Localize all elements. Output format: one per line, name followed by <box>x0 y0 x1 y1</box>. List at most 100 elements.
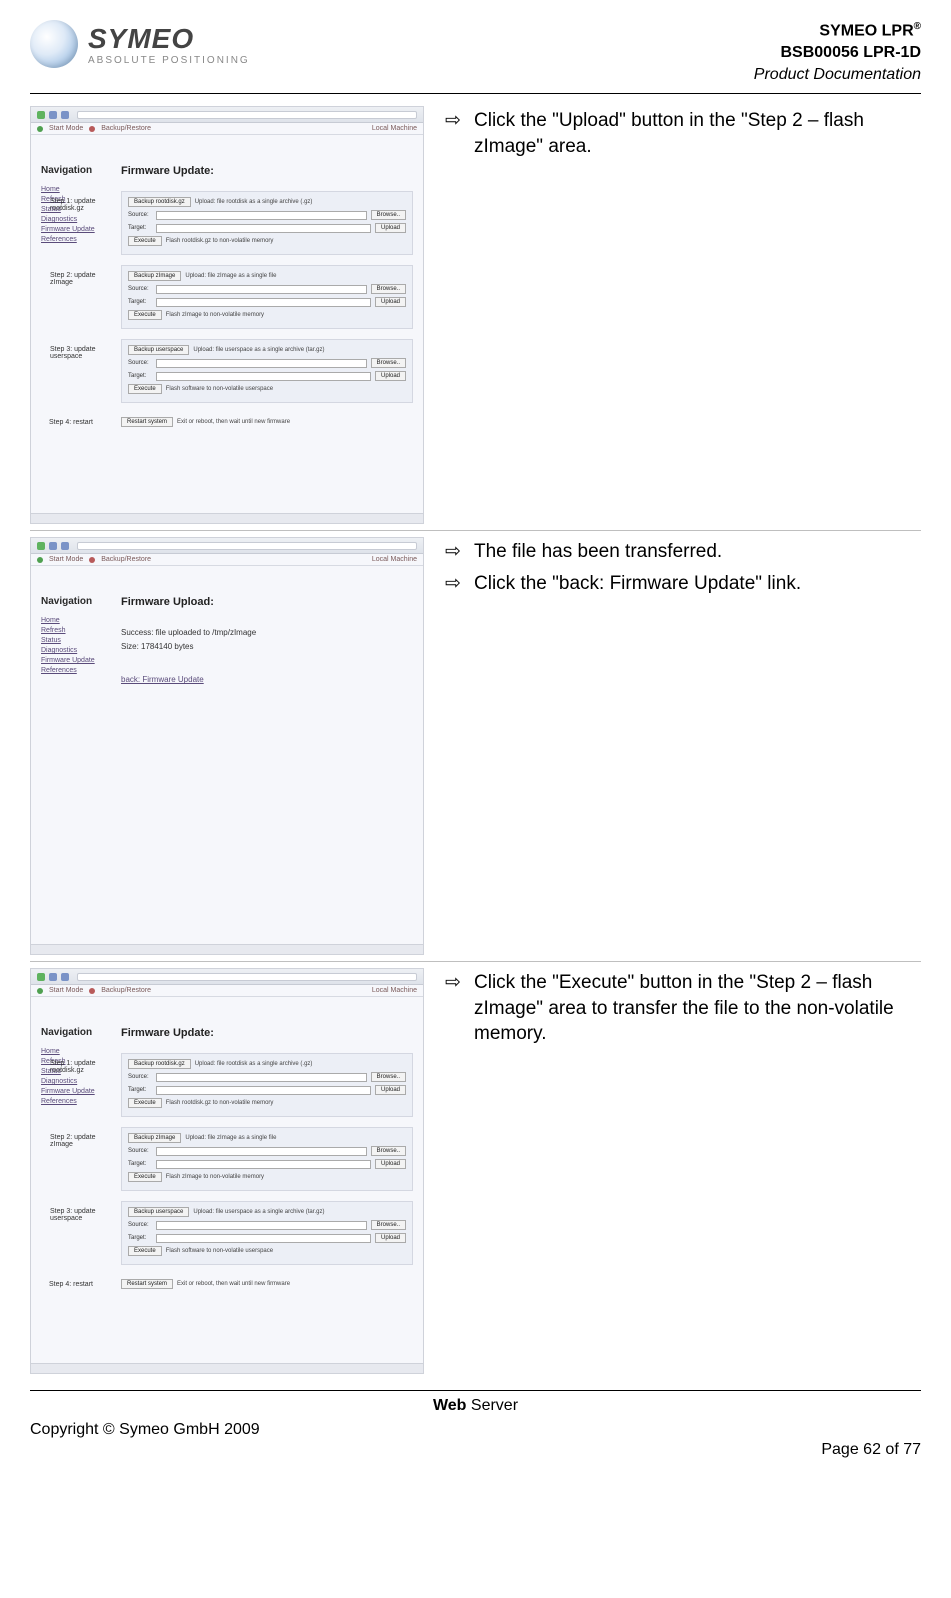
doc-id: BSB00056 LPR-1D <box>754 42 921 64</box>
instruction-bullet: ⇨ Click the "Execute" button in the "Ste… <box>444 970 915 1047</box>
target-input[interactable] <box>156 224 371 233</box>
execute-button[interactable]: Execute <box>128 384 162 394</box>
source-input[interactable] <box>156 1073 367 1082</box>
page-header: SYMEO ABSOLUTE POSITIONING SYMEO LPR® BS… <box>30 20 921 94</box>
source-input[interactable] <box>156 1147 367 1156</box>
screenshot-firmware-update: Start ModeBackup/RestoreLocal Machine Na… <box>30 106 424 524</box>
nav-link[interactable]: Home <box>41 1048 107 1055</box>
logo-sphere-icon <box>30 20 78 68</box>
step-panel: Step 2: update zImage Backup zImageUploa… <box>121 265 413 329</box>
backup-button[interactable]: Backup rootdisk.gz <box>128 1059 191 1069</box>
nav-heading: Navigation <box>41 165 107 176</box>
step-label: Step 2: update zImage <box>50 272 116 286</box>
page-footer: Web Server Copyright © Symeo GmbH 2009 P… <box>30 1390 921 1459</box>
step-panel: Step 4: restart Restart systemExit or re… <box>121 413 413 434</box>
nav-link[interactable]: References <box>41 667 107 674</box>
step-label: Step 4: restart <box>49 1281 115 1288</box>
source-input[interactable] <box>156 1221 367 1230</box>
backup-button[interactable]: Backup userspace <box>128 345 189 355</box>
backup-button[interactable]: Backup zImage <box>128 1133 181 1143</box>
copyright-text: Copyright © Symeo GmbH 2009 <box>30 1421 260 1439</box>
screenshot-firmware-upload: Start ModeBackup/RestoreLocal Machine Na… <box>30 537 424 955</box>
execute-button[interactable]: Execute <box>128 236 162 246</box>
step-label: Step 1: update rootdisk.gz <box>50 198 116 212</box>
footer-section-title: Web Server <box>30 1397 921 1415</box>
registered-mark: ® <box>914 21 921 32</box>
instruction-bullet: ⇨ Click the "Upload" button in the "Step… <box>444 108 915 159</box>
browse-button[interactable]: Browse.. <box>371 1072 406 1082</box>
execute-button[interactable]: Execute <box>128 310 162 320</box>
arrow-right-icon: ⇨ <box>444 108 462 159</box>
target-input[interactable] <box>156 298 371 307</box>
upload-button[interactable]: Upload <box>375 371 406 381</box>
nav-link[interactable]: Refresh <box>41 627 107 634</box>
arrow-right-icon: ⇨ <box>444 571 462 597</box>
target-input[interactable] <box>156 372 371 381</box>
nav-link[interactable]: References <box>41 1098 107 1105</box>
back-link[interactable]: back: Firmware Update <box>121 675 204 684</box>
instruction-row: Start ModeBackup/RestoreLocal Machine Na… <box>30 533 921 959</box>
backup-button[interactable]: Backup rootdisk.gz <box>128 197 191 207</box>
upload-size-text: Size: 1784140 bytes <box>121 640 413 654</box>
step-panel: Step 1: update rootdisk.gz Backup rootdi… <box>121 191 413 255</box>
instruction-text: Click the "Upload" button in the "Step 2… <box>474 108 915 159</box>
execute-button[interactable]: Execute <box>128 1172 162 1182</box>
browse-button[interactable]: Browse.. <box>371 210 406 220</box>
instruction-text: Click the "Execute" button in the "Step … <box>474 970 915 1047</box>
product-name: SYMEO LPR <box>819 22 913 39</box>
instruction-text: The file has been transferred. <box>474 539 915 565</box>
browse-button[interactable]: Browse.. <box>371 1220 406 1230</box>
step-label: Step 3: update userspace <box>50 1208 116 1222</box>
content-heading: Firmware Update: <box>121 165 413 177</box>
instruction-text: Click the "back: Firmware Update" link. <box>474 571 915 597</box>
step-panel: Step 4: restart Restart systemExit or re… <box>121 1275 413 1296</box>
instruction-bullet: ⇨ Click the "back: Firmware Update" link… <box>444 571 915 597</box>
backup-button[interactable]: Backup userspace <box>128 1207 189 1217</box>
step-panel: Step 3: update userspace Backup userspac… <box>121 339 413 403</box>
upload-button[interactable]: Upload <box>375 1159 406 1169</box>
logo-block: SYMEO ABSOLUTE POSITIONING <box>30 20 250 68</box>
nav-heading: Navigation <box>41 1027 107 1038</box>
nav-link[interactable]: Firmware Update <box>41 1088 107 1095</box>
nav-link[interactable]: Diagnostics <box>41 647 107 654</box>
instruction-row: Start ModeBackup/RestoreLocal Machine Na… <box>30 964 921 1378</box>
content-heading: Firmware Upload: <box>121 596 413 608</box>
logo-name: SYMEO <box>88 23 250 55</box>
upload-success-text: Success: file uploaded to /tmp/zImage <box>121 626 413 640</box>
browse-button[interactable]: Browse.. <box>371 1146 406 1156</box>
upload-button[interactable]: Upload <box>375 1233 406 1243</box>
source-input[interactable] <box>156 359 367 368</box>
instruction-bullet: ⇨ The file has been transferred. <box>444 539 915 565</box>
arrow-right-icon: ⇨ <box>444 539 462 565</box>
browse-button[interactable]: Browse.. <box>371 358 406 368</box>
nav-link[interactable]: Diagnostics <box>41 1078 107 1085</box>
backup-button[interactable]: Backup zImage <box>128 271 181 281</box>
upload-button[interactable]: Upload <box>375 223 406 233</box>
restart-button[interactable]: Restart system <box>121 417 173 427</box>
browse-button[interactable]: Browse.. <box>371 284 406 294</box>
target-input[interactable] <box>156 1234 371 1243</box>
upload-button[interactable]: Upload <box>375 1085 406 1095</box>
nav-link[interactable]: Status <box>41 637 107 644</box>
upload-button[interactable]: Upload <box>375 297 406 307</box>
source-input[interactable] <box>156 285 367 294</box>
doc-type: Product Documentation <box>754 64 921 86</box>
execute-button[interactable]: Execute <box>128 1246 162 1256</box>
row-divider <box>30 961 921 962</box>
row-divider <box>30 530 921 531</box>
execute-button[interactable]: Execute <box>128 1098 162 1108</box>
restart-button[interactable]: Restart system <box>121 1279 173 1289</box>
nav-link[interactable]: References <box>41 236 107 243</box>
nav-link[interactable]: Firmware Update <box>41 226 107 233</box>
nav-link[interactable]: Diagnostics <box>41 216 107 223</box>
step-panel: Step 2: update zImage Backup zImageUploa… <box>121 1127 413 1191</box>
screenshot-firmware-update: Start ModeBackup/RestoreLocal Machine Na… <box>30 968 424 1374</box>
target-input[interactable] <box>156 1160 371 1169</box>
arrow-right-icon: ⇨ <box>444 970 462 1047</box>
nav-link[interactable]: Firmware Update <box>41 657 107 664</box>
nav-link[interactable]: Home <box>41 186 107 193</box>
target-input[interactable] <box>156 1086 371 1095</box>
nav-link[interactable]: Home <box>41 617 107 624</box>
step-label: Step 1: update rootdisk.gz <box>50 1060 116 1074</box>
source-input[interactable] <box>156 211 367 220</box>
